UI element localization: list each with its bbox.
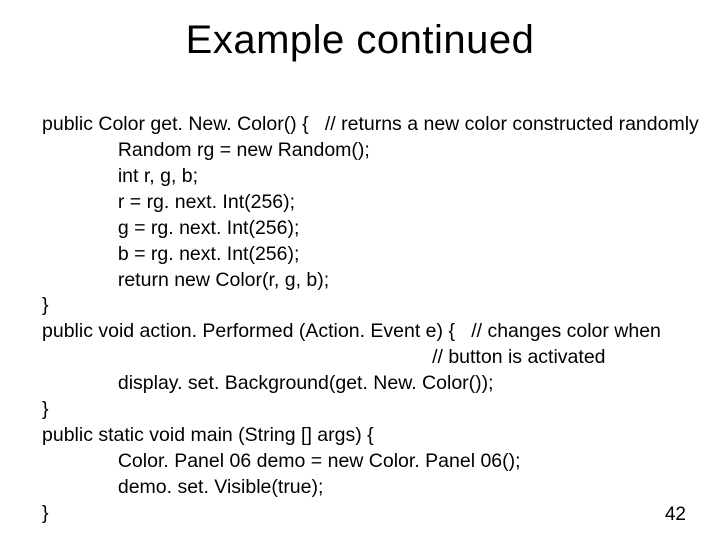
- code-block: public Color get. New. Color() { // retu…: [42, 112, 678, 527]
- slide-title: Example continued: [0, 18, 720, 63]
- code-line: g = rg. next. Int(256);: [42, 217, 299, 239]
- code-line: demo. set. Visible(true);: [42, 476, 323, 498]
- code-line: display. set. Background(get. New. Color…: [42, 372, 494, 394]
- code-line: // button is activated: [42, 346, 606, 368]
- code-line: int r, g, b;: [42, 165, 198, 187]
- code-line: }: [42, 294, 49, 316]
- code-line: }: [42, 502, 49, 524]
- code-line: r = rg. next. Int(256);: [42, 191, 295, 213]
- code-line: b = rg. next. Int(256);: [42, 243, 299, 265]
- code-line: public void action. Performed (Action. E…: [42, 320, 661, 342]
- code-line: Random rg = new Random();: [42, 139, 370, 161]
- code-line: public Color get. New. Color() { // retu…: [42, 113, 699, 135]
- code-line: return new Color(r, g, b);: [42, 269, 329, 291]
- code-line: public static void main (String [] args)…: [42, 424, 374, 446]
- slide: Example continued public Color get. New.…: [0, 0, 720, 540]
- page-number: 42: [665, 504, 686, 526]
- code-line: }: [42, 398, 49, 420]
- code-line: Color. Panel 06 demo = new Color. Panel …: [42, 450, 521, 472]
